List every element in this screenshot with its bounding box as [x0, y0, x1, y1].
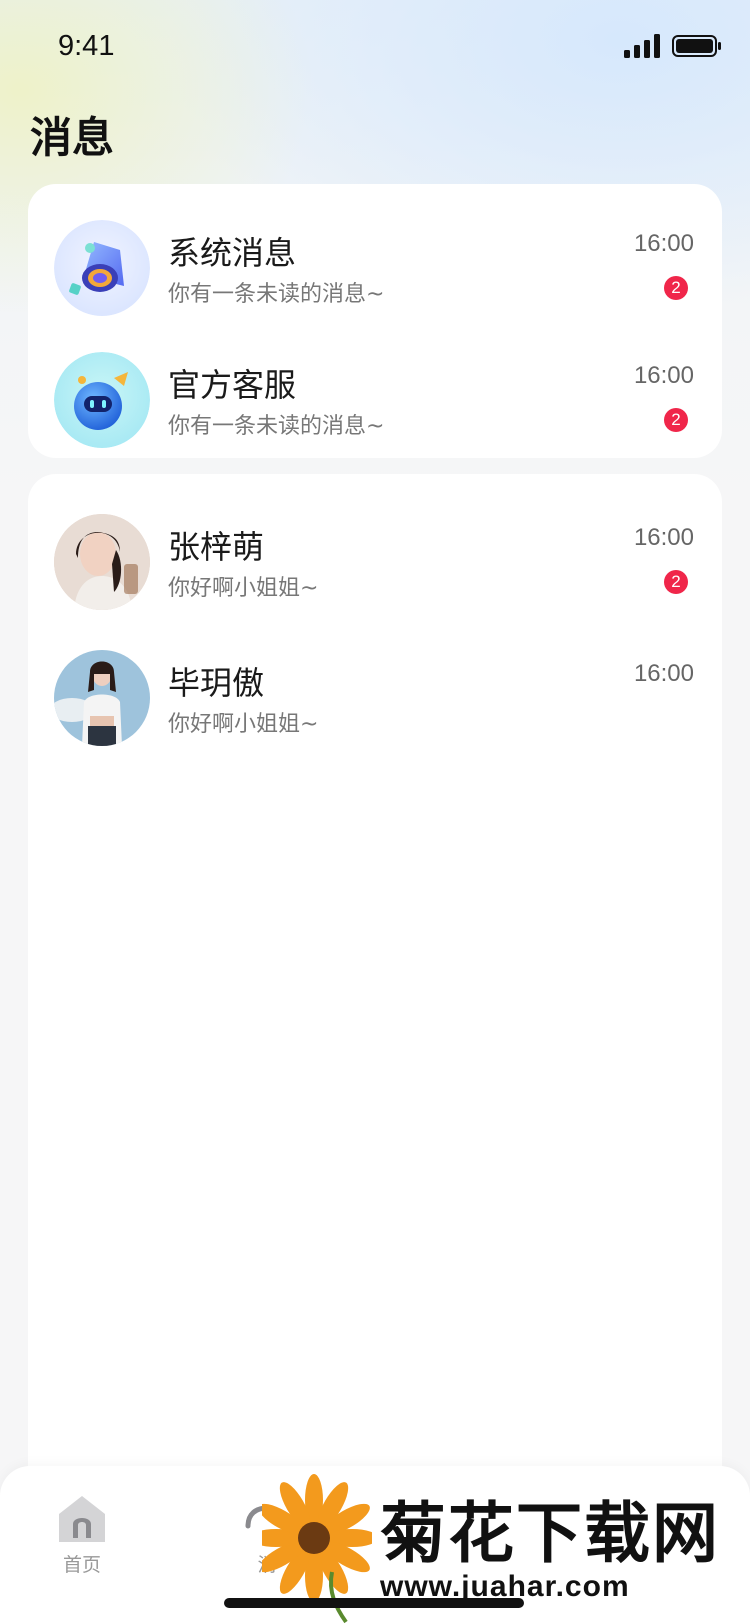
conversation-preview: 你有一条未读的消息~	[168, 282, 385, 307]
conversation-preview: 你有一条未读的消息~	[168, 414, 385, 439]
conversation-preview: 你好啊小姐姐~	[168, 712, 319, 737]
conversation-preview: 你好啊小姐姐~	[168, 576, 319, 601]
system-avatar-icon	[54, 220, 150, 316]
conversation-time: 16:00	[633, 660, 694, 687]
unread-badge: 2	[664, 276, 688, 300]
status-time: 9:41	[58, 30, 115, 62]
system-message-card: 系统消息 你有一条未读的消息~ 16:00 2 官方客服 你有一条未读的消息~ …	[28, 184, 722, 458]
unread-badge: 2	[664, 408, 688, 432]
status-bar: 9:41	[0, 0, 750, 96]
page-title: 消息	[30, 113, 115, 162]
conversation-row-system[interactable]: 系统消息 你有一条未读的消息~ 16:00 2	[28, 200, 722, 330]
conversation-row-user[interactable]: 毕玥傲 你好啊小姐姐~ 16:00	[28, 630, 722, 760]
home-indicator	[224, 1598, 524, 1608]
conversation-time: 16:00	[633, 230, 694, 257]
unread-badge: 2	[664, 570, 688, 594]
conversation-name: 张梓萌	[168, 528, 265, 566]
chat-list-card: 张梓萌 你好啊小姐姐~ 16:00 2 毕玥傲 你好啊小姐姐~ 16:00	[28, 474, 722, 1624]
user-avatar	[54, 514, 150, 610]
conversation-row-user[interactable]: 张梓萌 你好啊小姐姐~ 16:00 2	[28, 494, 722, 624]
home-icon	[59, 1496, 105, 1542]
customer-service-avatar-icon	[54, 352, 150, 448]
conversation-name: 系统消息	[168, 234, 297, 272]
battery-icon	[672, 35, 721, 57]
conversation-row-official-service[interactable]: 官方客服 你有一条未读的消息~ 16:00 2	[28, 332, 722, 462]
tab-home[interactable]: 首页	[37, 1492, 127, 1582]
conversation-name: 官方客服	[168, 366, 297, 404]
watermark-text: 菊花下载网	[380, 1495, 720, 1572]
signal-icon	[624, 34, 660, 58]
conversation-name: 毕玥傲	[168, 664, 265, 702]
user-avatar	[54, 650, 150, 746]
conversation-time: 16:00	[633, 524, 694, 551]
tab-label: 首页	[62, 1554, 101, 1576]
conversation-time: 16:00	[633, 362, 694, 389]
